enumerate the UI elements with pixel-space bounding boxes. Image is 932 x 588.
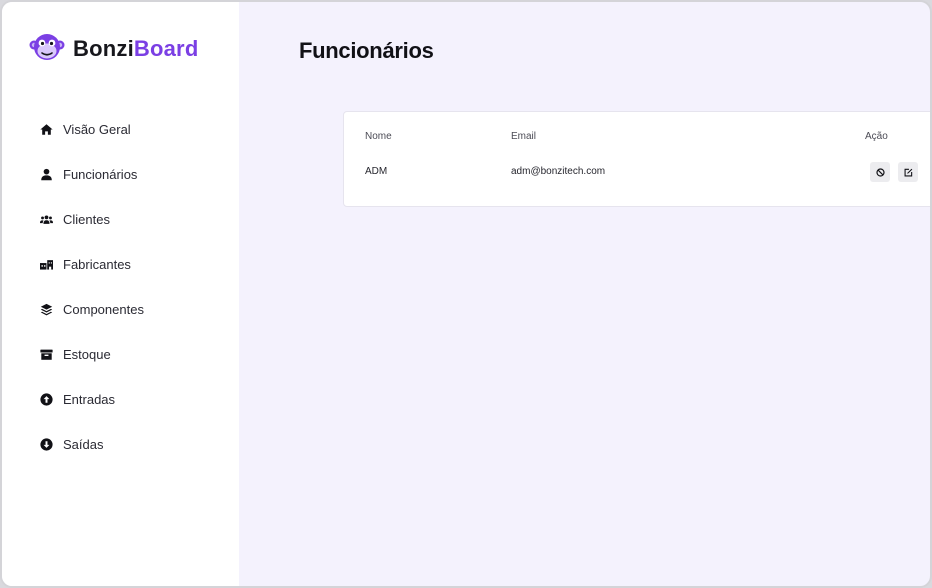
sidebar-item-visao-geral[interactable]: Visão Geral bbox=[2, 107, 239, 152]
block-user-button[interactable] bbox=[870, 162, 890, 182]
factory-icon bbox=[39, 258, 53, 272]
main-content: Funcionários Nome Email Ação ADM adm@bon… bbox=[239, 2, 930, 586]
sidebar-item-fabricantes[interactable]: Fabricantes bbox=[2, 242, 239, 287]
column-header-nome: Nome bbox=[365, 131, 392, 142]
sidebar-item-funcionarios[interactable]: Funcionários bbox=[2, 152, 239, 197]
sidebar-item-label: Saídas bbox=[63, 437, 104, 452]
monkey-face-icon bbox=[29, 32, 65, 67]
brand-name: BonziBoard bbox=[73, 36, 198, 62]
brand-logo[interactable]: BonziBoard bbox=[29, 32, 198, 66]
cell-nome: ADM bbox=[365, 166, 388, 177]
layers-icon bbox=[39, 303, 53, 317]
sidebar-item-label: Componentes bbox=[63, 302, 144, 317]
edit-icon bbox=[904, 168, 913, 177]
cell-email: adm@bonzitech.com bbox=[511, 166, 606, 177]
user-icon bbox=[39, 168, 53, 182]
column-header-acao: Ação bbox=[865, 131, 888, 142]
sidebar: BonziBoard Visão Geral Funcionários Clie… bbox=[2, 2, 239, 586]
sidebar-item-label: Estoque bbox=[63, 347, 111, 362]
brand-name-part2: Board bbox=[133, 36, 199, 61]
page-title: Funcionários bbox=[299, 38, 434, 63]
sidebar-nav: Visão Geral Funcionários Clientes Fabric… bbox=[2, 107, 239, 467]
arrow-up-circle-icon bbox=[39, 393, 53, 407]
archive-box-icon bbox=[39, 348, 53, 362]
employees-table: Nome Email Ação ADM adm@bonzitech.com bbox=[343, 111, 930, 207]
sidebar-item-label: Entradas bbox=[63, 392, 116, 407]
sidebar-item-entradas[interactable]: Entradas bbox=[2, 377, 239, 422]
sidebar-item-saidas[interactable]: Saídas bbox=[2, 422, 239, 467]
ban-icon bbox=[875, 167, 885, 177]
app-window: BonziBoard Visão Geral Funcionários Clie… bbox=[0, 0, 932, 588]
sidebar-item-componentes[interactable]: Componentes bbox=[2, 287, 239, 332]
sidebar-item-label: Clientes bbox=[63, 212, 110, 227]
sidebar-item-label: Funcionários bbox=[63, 167, 138, 182]
home-icon bbox=[39, 123, 53, 137]
sidebar-item-clientes[interactable]: Clientes bbox=[2, 197, 239, 242]
users-icon bbox=[39, 213, 53, 227]
arrow-down-circle-icon bbox=[39, 438, 53, 452]
brand-name-part1: Bonzi bbox=[73, 36, 134, 61]
column-header-email: Email bbox=[511, 131, 537, 142]
sidebar-item-estoque[interactable]: Estoque bbox=[2, 332, 239, 377]
sidebar-item-label: Visão Geral bbox=[63, 122, 131, 137]
sidebar-item-label: Fabricantes bbox=[63, 257, 131, 272]
edit-user-button[interactable] bbox=[898, 162, 918, 182]
